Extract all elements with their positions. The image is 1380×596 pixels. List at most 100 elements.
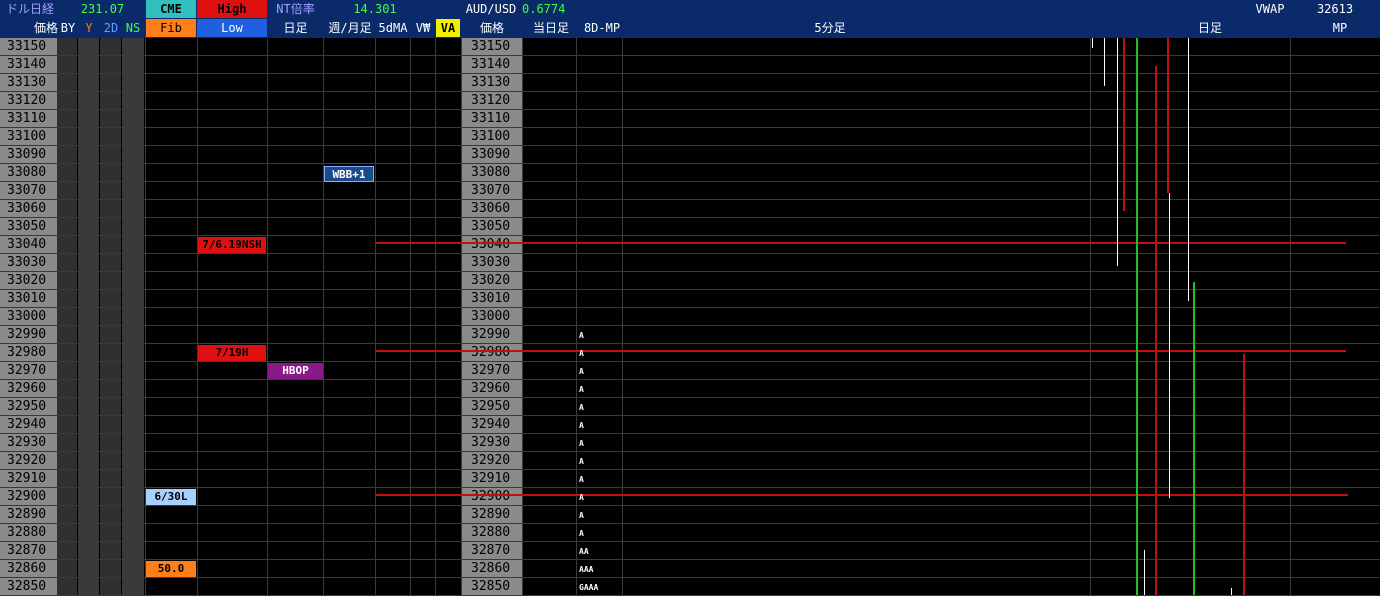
ns-column [122,38,144,595]
ladder-grid: 33150 33150 33140 33140 33130 33130 33120 33120… [0,38,1380,596]
price-label-left: 32910 [7,471,47,486]
today-header: 当日足 [532,21,569,35]
daily-header: 日足 [283,21,308,35]
fivemin-header: 5分足 [814,21,846,35]
price-label-right: 32890 [471,507,511,522]
grid-row-divider [0,289,1380,290]
candle-body-red [1123,38,1125,211]
market-profile-letters: A [579,511,584,520]
candle-wick [1104,38,1105,86]
vwap-label: VWAP [1255,2,1285,16]
price-label-left: 32900 [7,489,47,504]
nikkei-dollar-label: ドル日経 [5,2,54,16]
candle-body-red [1167,38,1169,193]
grid-column-divider [1290,38,1291,595]
price-label-right: 33050 [471,219,511,234]
high-label: High [197,0,267,18]
price-header-2: 価格 [479,21,504,35]
grid-row-divider [0,577,1380,578]
grid-row-divider [0,397,1380,398]
price-label-right: 33120 [471,93,511,108]
hbop-tag: HBOP [268,363,323,379]
candle-wick [1169,193,1170,498]
price-label-left: 32850 [7,579,47,594]
price-label-left: 33130 [7,75,47,90]
mp8d-header: 8D-MP [583,21,621,35]
grid-row-divider [0,145,1380,146]
market-profile-letters: A [579,331,584,340]
price-label-right: 33150 [471,39,511,54]
market-profile-letters: GAAA [579,583,599,592]
grid-column-divider [145,38,146,595]
y-column [78,38,99,595]
vw-header: V₩ [415,21,431,35]
support-line-32900 [376,494,1348,496]
grid-row-divider [0,505,1380,506]
grid-row-divider [0,469,1380,470]
price-label-right: 32960 [471,381,511,396]
grid-row-divider [0,163,1380,164]
price-label-left: 32860 [7,561,47,576]
wbb-tag: WBB+1 [324,166,374,182]
nsh-tag: 7/6.19NSH [198,237,266,253]
nt-label: NT倍率 [276,2,315,16]
grid-row-divider [0,199,1380,200]
by-header: BY [60,21,76,35]
grid-column-divider [522,38,523,595]
price-label-right: 33000 [471,309,511,324]
grid-column-divider [375,38,376,595]
market-profile-letters: A [579,385,584,394]
candle-wick [1188,38,1189,301]
grid-row-divider [0,307,1380,308]
grid-column-divider [197,38,198,595]
grid-row-divider [0,217,1380,218]
price-label-left: 32950 [7,399,47,414]
price-label-left: 33100 [7,129,47,144]
market-profile-letters: A [579,349,584,358]
grid-row-divider [0,271,1380,272]
header-bar: ドル日経 231.07 CME High NT倍率 14.301 AUD/USD… [0,0,1380,38]
market-profile-letters: A [579,529,584,538]
grid-row-divider [0,73,1380,74]
market-profile-letters: AA [579,547,589,556]
grid-row-divider [0,415,1380,416]
audusd-label: AUD/USD [465,2,517,16]
price-label-right: 33020 [471,273,511,288]
y-header: Y [85,21,93,35]
price-label-left: 32930 [7,435,47,450]
grid-row-divider [0,235,1380,236]
market-profile-letters: A [579,403,584,412]
price-label-left: 33070 [7,183,47,198]
grid-row-divider [0,541,1380,542]
price-label-right: 32990 [471,327,511,342]
grid-row-divider [0,451,1380,452]
fib50-tag: 50.0 [146,561,196,577]
price-label-left: 33110 [7,111,47,126]
vwap-value: 32613 [1316,2,1354,16]
low-header: Low [197,19,267,37]
5dma-header: 5dMA [378,21,408,35]
price-label-left: 32980 [7,345,47,360]
grid-column-divider [410,38,411,595]
price-label-right: 32950 [471,399,511,414]
resistance-line-32980 [376,350,1346,352]
grid-column-divider [1090,38,1091,595]
price-label-right: 33070 [471,183,511,198]
grid-row-divider [0,343,1380,344]
price-label-right: 32910 [471,471,511,486]
nikkei-dollar-value: 231.07 [80,2,125,16]
price-label-right: 32920 [471,453,511,468]
candle-body-green [1136,38,1138,595]
price-label-right: 32850 [471,579,511,594]
candle-wick [1092,38,1093,48]
h19-tag: 7/19H [198,345,266,361]
candle-body-red [1243,354,1245,595]
price-label-right: 32870 [471,543,511,558]
price-label-left: 33000 [7,309,47,324]
market-profile-letters: A [579,493,584,502]
price-label-right: 33030 [471,255,511,270]
candle-body-red [1155,66,1157,595]
price-label-left: 32990 [7,327,47,342]
market-profile-letters: A [579,439,584,448]
market-profile-letters: AAA [579,565,594,574]
